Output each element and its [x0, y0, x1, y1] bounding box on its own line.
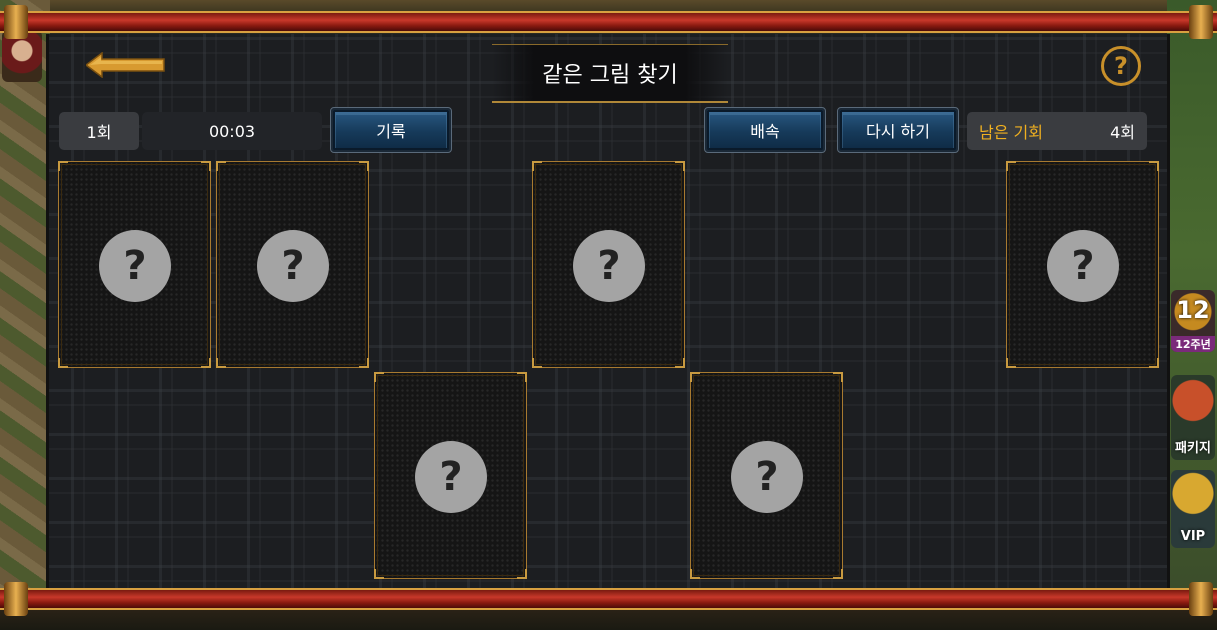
vip-button[interactable]: VIP [1171, 470, 1215, 548]
question-mark-icon: ? [731, 441, 803, 513]
package-button[interactable]: 패키지 [1171, 375, 1215, 460]
memory-card[interactable]: ? [58, 161, 211, 368]
rail-cap-left [4, 5, 28, 39]
question-circle-icon: ? [1114, 52, 1128, 80]
rail-cap-left [4, 582, 28, 616]
memory-card[interactable]: ? [1006, 161, 1159, 368]
help-button[interactable]: ? [1101, 46, 1141, 86]
anniversary-event-button[interactable]: 12 12주년 [1171, 290, 1215, 352]
memory-card[interactable]: ? [216, 161, 369, 368]
anniversary-number: 12 [1176, 296, 1210, 324]
memory-card[interactable]: ? [532, 161, 685, 368]
rail-cap-right [1189, 582, 1213, 616]
question-mark-icon: ? [415, 441, 487, 513]
back-button[interactable] [86, 52, 166, 78]
remaining-chances-label: 남은 기회 [979, 123, 1043, 142]
record-button[interactable]: 기록 [330, 107, 452, 153]
question-mark-icon: ? [99, 230, 171, 302]
timer-display: 00:03 [142, 112, 322, 150]
package-label: 패키지 [1175, 441, 1211, 456]
memory-card[interactable]: ? [374, 372, 527, 579]
remaining-chances: 남은 기회 4회 [967, 112, 1147, 150]
question-mark-icon: ? [573, 230, 645, 302]
question-mark-icon: ? [257, 230, 329, 302]
memory-card[interactable]: ? [690, 372, 843, 579]
page-title: 같은 그림 찾기 [492, 44, 728, 103]
arrow-left-icon [86, 52, 165, 78]
question-mark-icon: ? [1047, 230, 1119, 302]
retry-button[interactable]: 다시 하기 [837, 107, 959, 153]
speed-button[interactable]: 배속 [704, 107, 826, 153]
rail-cap-right [1189, 5, 1213, 39]
vip-label: VIP [1180, 529, 1206, 544]
round-counter: 1회 [59, 112, 139, 150]
anniversary-label: 12주년 [1171, 336, 1215, 352]
remaining-chances-value: 4회 [1110, 123, 1135, 142]
game-scene-left [0, 0, 50, 630]
top-rail [0, 5, 1217, 39]
bottom-rail [0, 582, 1217, 616]
